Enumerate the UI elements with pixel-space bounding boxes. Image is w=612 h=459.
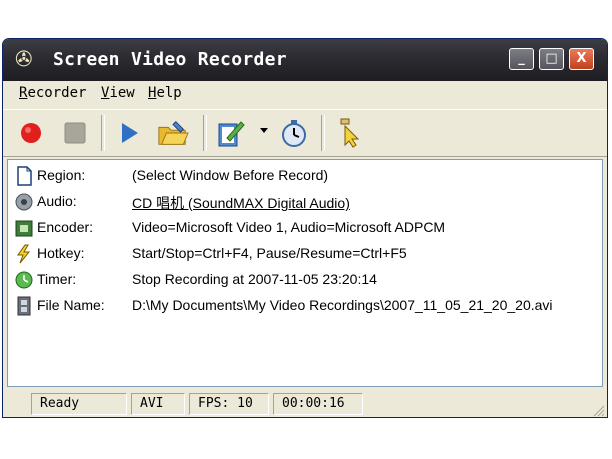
open-folder-icon[interactable] xyxy=(157,118,189,148)
recording-info-panel: Region: (Select Window Before Record) Au… xyxy=(7,159,603,387)
toolbar-separator xyxy=(321,115,325,151)
info-row-encoder: Encoder: Video=Microsoft Video 1, Audio=… xyxy=(8,216,598,240)
menu-view[interactable]: View xyxy=(101,85,135,101)
encoder-chip-icon xyxy=(15,220,33,237)
hotkey-lightning-icon xyxy=(17,244,31,264)
toolbar-separator xyxy=(101,115,105,151)
menu-bar: Recorder View Help xyxy=(3,81,607,107)
menu-help[interactable]: Help xyxy=(148,85,182,101)
chevron-down-icon[interactable] xyxy=(260,128,268,133)
encoder-value: Video=Microsoft Video 1, Audio=Microsoft… xyxy=(132,219,446,235)
status-fps: FPS: 10 xyxy=(189,393,269,415)
hotkey-value: Start/Stop=Ctrl+F4, Pause/Resume=Ctrl+F5 xyxy=(132,245,407,261)
minimize-button[interactable]: _ xyxy=(509,48,534,70)
app-logo-icon: ✇ xyxy=(15,47,33,71)
filename-label: File Name: xyxy=(37,297,105,313)
info-row-timer: Timer: Stop Recording at 2007-11-05 23:2… xyxy=(8,268,598,292)
status-state: Ready xyxy=(31,393,127,415)
play-icon[interactable] xyxy=(113,118,145,148)
audio-label: Audio: xyxy=(37,193,77,209)
menu-recorder-label: ecorder xyxy=(27,85,87,101)
info-row-hotkey: Hotkey: Start/Stop=Ctrl+F4, Pause/Resume… xyxy=(8,242,598,266)
title-bar[interactable]: ✇ Screen Video Recorder _ □ X xyxy=(3,39,607,81)
menu-view-label: iew xyxy=(109,85,135,101)
film-file-icon xyxy=(17,296,31,316)
resize-grip-icon[interactable] xyxy=(591,403,605,417)
stop-icon[interactable] xyxy=(59,118,91,148)
info-row-filename: File Name: D:\My Documents\My Video Reco… xyxy=(8,294,598,318)
audio-device-link[interactable]: CD 唱机 (SoundMAX Digital Audio) xyxy=(132,193,350,213)
hotkey-label: Hotkey: xyxy=(37,245,85,261)
toolbar xyxy=(3,109,607,157)
timer-clock-icon[interactable] xyxy=(277,118,309,148)
info-row-region: Region: (Select Window Before Record) xyxy=(8,164,598,188)
app-window: ✇ Screen Video Recorder _ □ X Recorder V… xyxy=(2,38,608,418)
region-label: Region: xyxy=(37,167,86,183)
maximize-button[interactable]: □ xyxy=(539,48,564,70)
region-document-icon xyxy=(17,166,32,186)
menu-recorder[interactable]: Recorder xyxy=(19,85,86,101)
region-value: (Select Window Before Record) xyxy=(132,167,329,183)
close-button[interactable]: X xyxy=(569,48,594,70)
encoder-label: Encoder: xyxy=(37,219,94,235)
status-elapsed-time: 00:00:16 xyxy=(273,393,363,415)
status-format: AVI xyxy=(131,393,185,415)
status-bar: Ready AVI FPS: 10 00:00:16 xyxy=(3,389,607,417)
timer-globe-icon xyxy=(15,271,33,289)
pointer-cursor-icon[interactable] xyxy=(335,118,367,148)
filename-value: D:\My Documents\My Video Recordings\2007… xyxy=(132,297,553,313)
info-row-audio: Audio: CD 唱机 (SoundMAX Digital Audio) xyxy=(8,190,598,214)
timer-value: Stop Recording at 2007-11-05 23:20:14 xyxy=(132,271,377,287)
window-title: Screen Video Recorder xyxy=(53,49,287,70)
menu-help-label: elp xyxy=(156,85,182,101)
record-icon[interactable] xyxy=(15,118,47,148)
edit-settings-icon[interactable] xyxy=(215,118,247,148)
timer-label: Timer: xyxy=(37,271,77,287)
toolbar-separator xyxy=(203,115,207,151)
audio-speaker-icon xyxy=(15,193,33,211)
